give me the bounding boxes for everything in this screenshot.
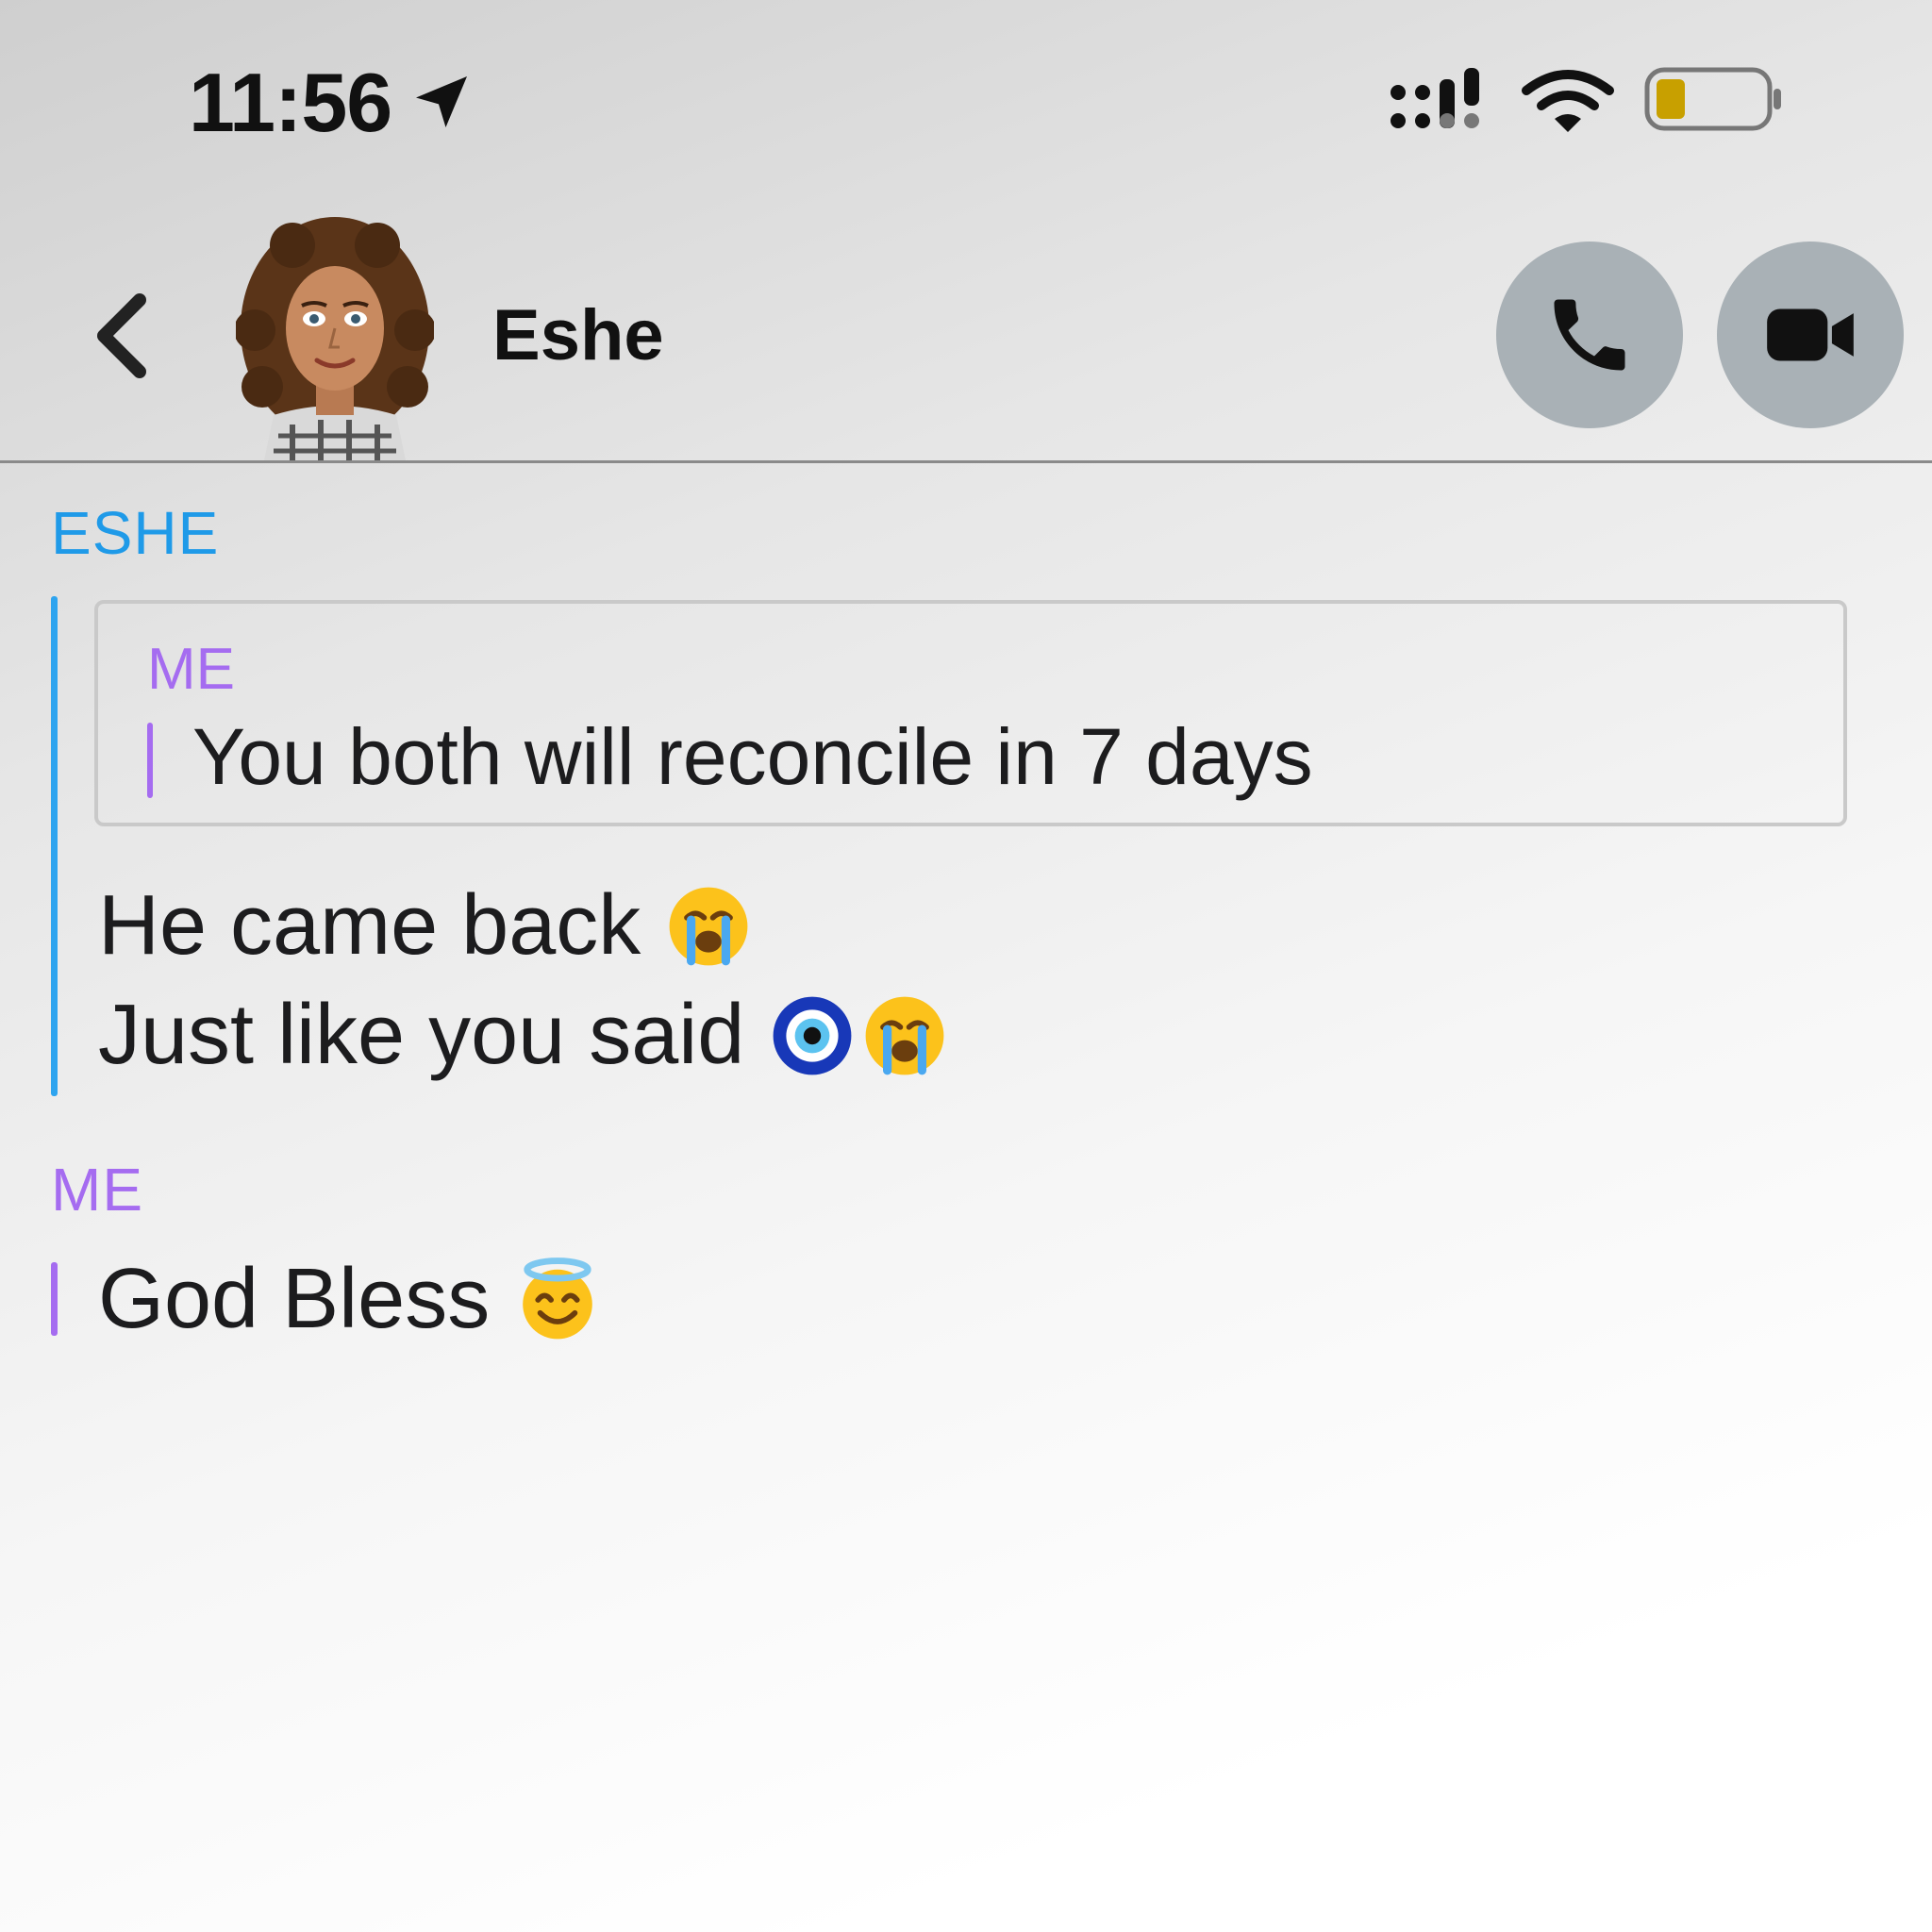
cellular-signal-icon [1391,68,1479,128]
contact-name[interactable]: Eshe [492,294,664,376]
quoted-message[interactable]: ME You both will reconcile in 7 days [94,600,1847,826]
quote-text: You both will reconcile in 7 days [192,712,1313,801]
call-button[interactable] [1496,242,1683,428]
message-accent-bar [51,1262,58,1336]
loudly-crying-face-emoji-icon [669,887,748,965]
message-line[interactable]: He came back [98,877,752,974]
nazar-amulet-emoji-icon [773,996,852,1074]
location-arrow-icon [416,76,467,127]
phone-icon [1554,299,1625,371]
battery-low-icon [1644,67,1781,131]
message-accent-bar [51,596,58,1096]
sender-label-eshe: ESHE [51,499,220,567]
video-camera-icon [1767,308,1854,361]
quote-accent-bar [147,723,153,798]
sender-label-me: ME [51,1156,143,1224]
loudly-crying-face-emoji-icon [865,996,944,1074]
chat-header: Eshe [0,208,1932,463]
message-line[interactable]: Just like you said [98,987,948,1084]
avatar[interactable] [236,217,434,460]
video-call-button[interactable] [1717,242,1904,428]
smiling-face-with-halo-emoji-icon [523,1257,593,1339]
status-bar: 11:56 [0,0,1932,189]
quote-sender-label: ME [147,637,235,702]
status-time: 11:56 [189,56,392,149]
message-text: Just like you said [98,988,745,1082]
back-chevron-icon[interactable] [85,289,160,383]
message-text: He came back [98,878,641,973]
message-text: God Bless [98,1252,491,1346]
wifi-icon [1522,70,1614,132]
message-line[interactable]: God Bless [98,1251,601,1348]
